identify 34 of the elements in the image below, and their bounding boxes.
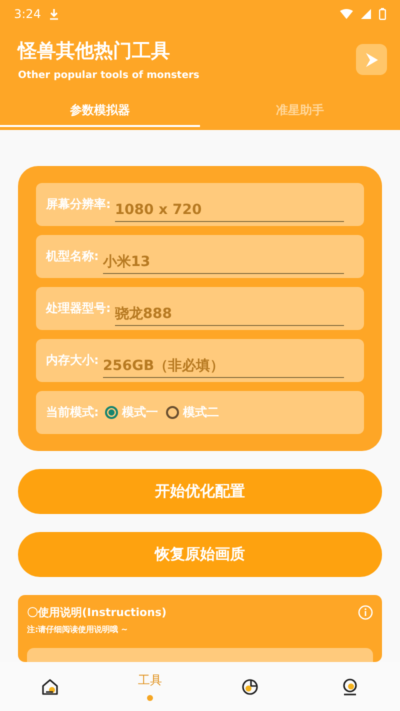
- pie-chart-icon: [241, 678, 259, 696]
- radio-option[interactable]: 模式二: [164, 404, 221, 421]
- field-label: 当前模式:: [46, 404, 99, 421]
- action-button[interactable]: 开始优化配置: [18, 469, 382, 514]
- action-button[interactable]: 恢复原始画质: [18, 532, 382, 577]
- download-icon: [48, 8, 59, 20]
- page-title: 怪兽其他热门工具: [18, 39, 171, 64]
- tab[interactable]: 参数模拟器: [0, 98, 200, 127]
- signal-icon: [361, 9, 371, 19]
- form-field[interactable]: 屏幕分辨率: 1080 x 720: [36, 183, 364, 226]
- instructions-title: 〇使用说明(Instructions): [27, 605, 167, 620]
- instructions-note: 注:请仔细阅读使用说明哦 ~: [27, 624, 129, 635]
- field-label: 处理器型号:: [46, 300, 111, 317]
- status-time: 3:24: [14, 7, 41, 21]
- play-button[interactable]: [356, 44, 387, 75]
- home-icon: [41, 678, 59, 696]
- nav-item[interactable]: 工具: [100, 662, 200, 711]
- page-subtitle: Other popular tools of monsters: [18, 70, 200, 81]
- info-icon[interactable]: [358, 605, 373, 620]
- input-field[interactable]: 骁龙888: [114, 300, 344, 326]
- field-label: 机型名称:: [46, 248, 99, 265]
- input-field[interactable]: 256GB（非必填）: [102, 352, 344, 378]
- wifi-icon: [340, 9, 353, 19]
- form-field[interactable]: 内存大小: 256GB（非必填）: [36, 339, 364, 382]
- battery-icon: [379, 8, 386, 20]
- profile-icon: [341, 678, 359, 696]
- input-field[interactable]: 小米13: [102, 248, 344, 274]
- form-field[interactable]: 机型名称: 小米13: [36, 235, 364, 278]
- input-field[interactable]: 1080 x 720: [114, 196, 344, 222]
- field-label: 内存大小:: [46, 352, 99, 369]
- field-label: 屏幕分辨率:: [46, 196, 111, 213]
- tab[interactable]: 准星助手: [200, 98, 400, 127]
- radio-option[interactable]: 模式一: [102, 404, 160, 421]
- form-field[interactable]: 处理器型号: 骁龙888: [36, 287, 364, 330]
